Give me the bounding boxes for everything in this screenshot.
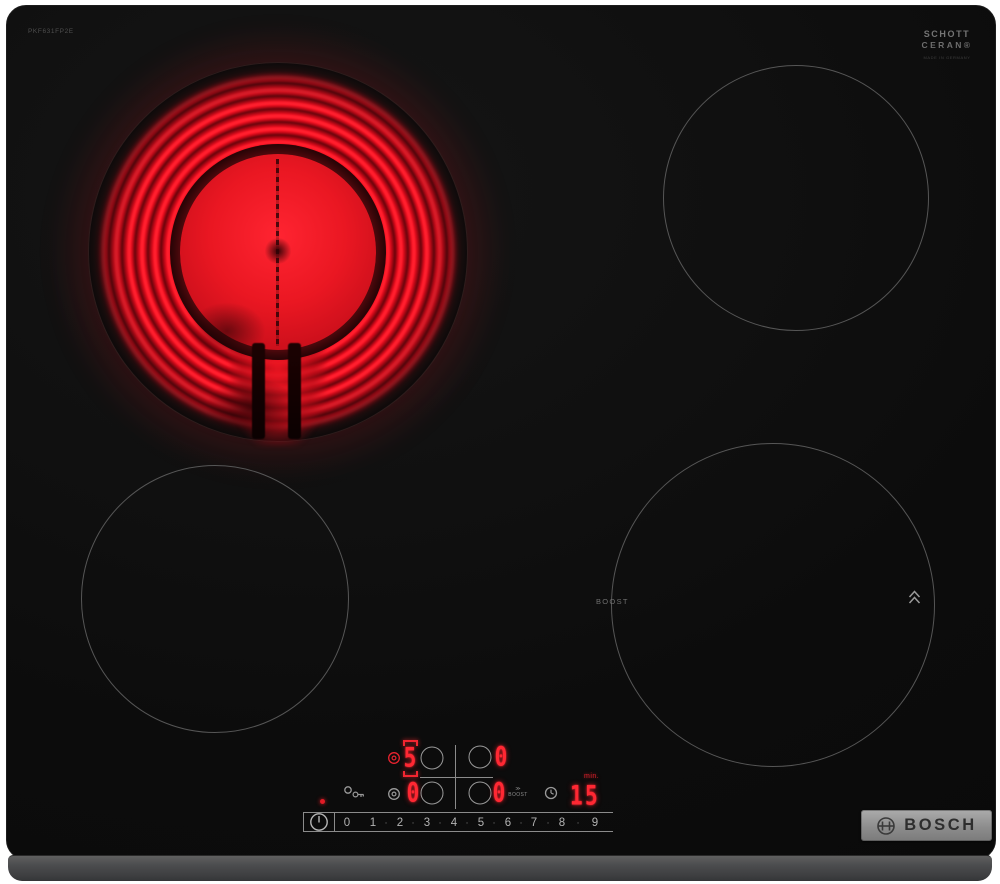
- slider-level-4[interactable]: 4: [451, 817, 457, 829]
- zone-select-rear-right[interactable]: [468, 745, 492, 769]
- zone-select-rear-left[interactable]: [420, 746, 444, 770]
- timer-display: 15: [569, 780, 601, 812]
- radiant-zone-rear-left: [54, 28, 502, 476]
- zone-select-front-right[interactable]: [468, 781, 492, 805]
- slider-left-tick: [303, 812, 305, 832]
- schott-subline: MADE IN GERMANY: [923, 54, 971, 60]
- slider-dot: ·: [384, 817, 388, 829]
- slider-dot: ·: [465, 817, 469, 829]
- display-rear-left: 5: [403, 742, 417, 774]
- boost-key[interactable]: ≫ BOOST: [505, 786, 531, 798]
- slider-level-9[interactable]: 9: [592, 817, 598, 829]
- slider-dot: ·: [438, 817, 442, 829]
- element-center-hub: [264, 238, 292, 264]
- slider-dot: ·: [492, 817, 496, 829]
- slider-divider-tick: [334, 812, 336, 832]
- timer-unit-label: min.: [584, 773, 600, 780]
- display-rear-right: 0: [494, 741, 508, 773]
- schott-line: SCHOTT: [923, 29, 971, 39]
- slider-level-6[interactable]: 6: [505, 817, 511, 829]
- slider-level-2[interactable]: 2: [397, 817, 403, 829]
- bosch-logo-plate: BOSCH: [861, 810, 992, 841]
- reflection-dark-patch: [188, 302, 266, 360]
- slider-level-5[interactable]: 5: [478, 817, 484, 829]
- element-lead-bar: [288, 343, 301, 439]
- slider-dot: ·: [519, 817, 523, 829]
- dual-zone-icon-red[interactable]: [387, 751, 401, 765]
- dual-zone-icon-gray[interactable]: [387, 787, 401, 801]
- product-photo: PKF631FP2E SCHOTT CERAN® MADE IN GERMANY…: [0, 0, 1000, 884]
- display-front-right: 0: [492, 777, 506, 809]
- slider-dot: ·: [411, 817, 415, 829]
- zone-circle-rear-right: [663, 65, 929, 331]
- slider-dot: ·: [576, 817, 580, 829]
- bosch-logo-text: BOSCH: [904, 816, 977, 834]
- zone-circle-front-right: [611, 443, 935, 767]
- boost-key-label: BOOST: [508, 791, 528, 798]
- slider-level-3[interactable]: 3: [424, 817, 430, 829]
- schott-ceran-logo: SCHOTT CERAN® MADE IN GERMANY: [912, 29, 982, 60]
- ceran-line: CERAN®: [921, 40, 973, 51]
- child-lock-icon[interactable]: [343, 785, 365, 799]
- slider-level-1[interactable]: 1: [370, 817, 376, 829]
- zone-select-front-left[interactable]: [420, 781, 444, 805]
- slider-dot: ·: [546, 817, 550, 829]
- slider-level-7[interactable]: 7: [531, 817, 537, 829]
- zone-cross-horizontal: [420, 777, 493, 779]
- slider-level-8[interactable]: 8: [559, 817, 565, 829]
- model-label: PKF631FP2E: [28, 28, 74, 35]
- boost-zone-label: BOOST: [596, 597, 629, 606]
- zone-circle-front-left: [81, 465, 349, 733]
- clock-icon[interactable]: [544, 786, 558, 800]
- power-icon[interactable]: [308, 811, 330, 833]
- display-front-left: 0: [406, 777, 420, 809]
- zone-extension-indicator-bottom: [403, 771, 418, 777]
- bosch-anchor-icon: [877, 816, 896, 835]
- slider-bottom-line: [303, 831, 613, 833]
- chevron-double-up-icon: [908, 590, 921, 604]
- power-indicator-dot: [320, 799, 325, 804]
- front-trim-strip: [8, 855, 992, 881]
- reflection-dark-patch: [206, 378, 296, 438]
- slider-top-line: [303, 812, 613, 814]
- slider-level-0[interactable]: 0: [344, 817, 350, 829]
